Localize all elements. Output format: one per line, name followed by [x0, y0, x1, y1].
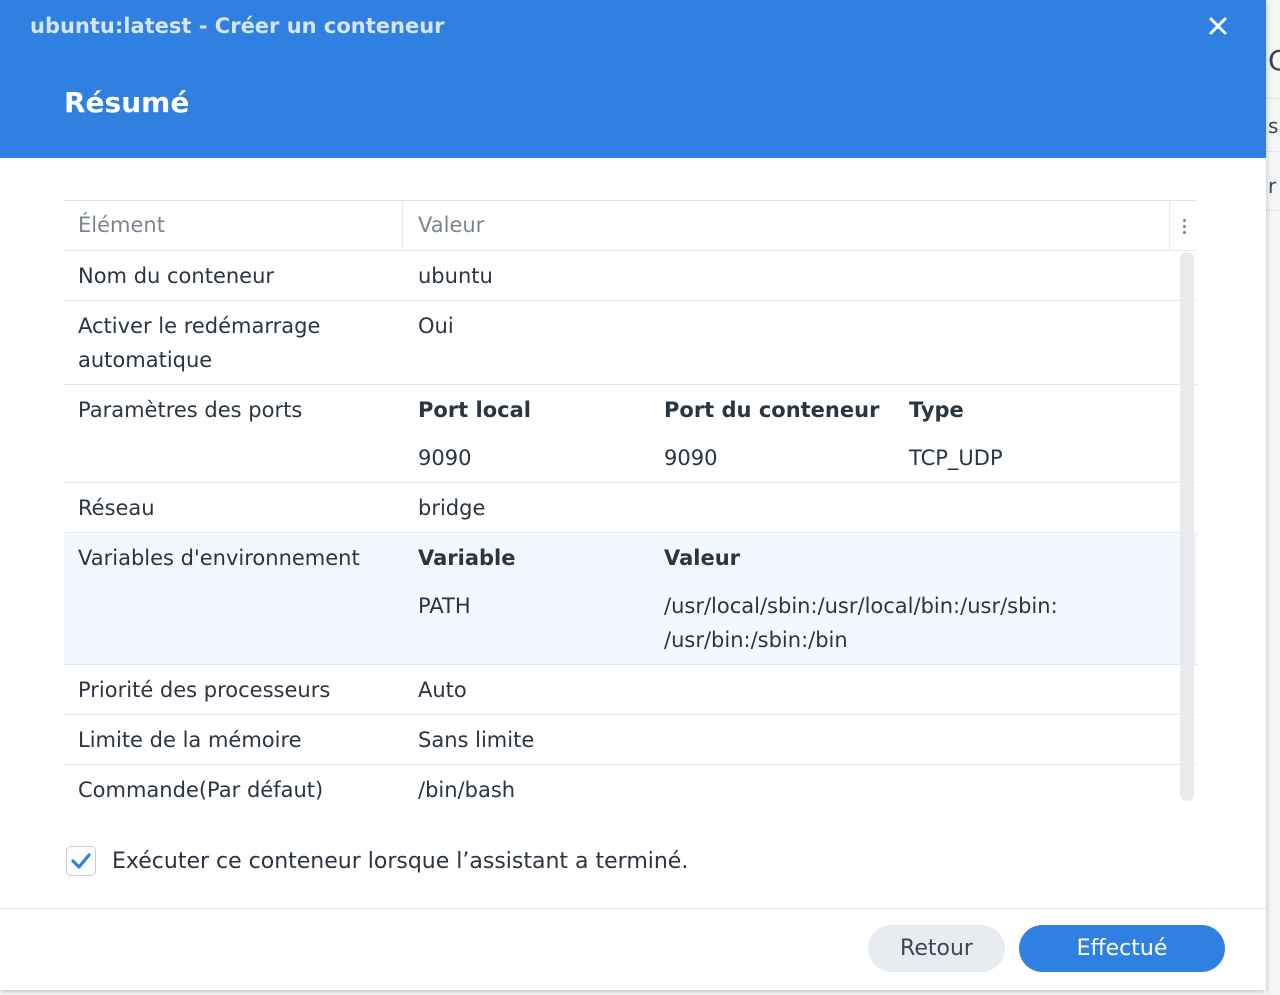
background-row: r	[1266, 152, 1280, 211]
table-row: Commande(Par défaut) /bin/bash	[64, 765, 1197, 814]
table-row: Réseau bridge	[64, 483, 1197, 533]
column-divider	[402, 201, 403, 250]
env-variable-value: /usr/local/sbin:/usr/local/bin:/usr/sbin…	[664, 594, 1058, 618]
column-header-value[interactable]: Valeur	[418, 208, 484, 242]
background-text: C	[1268, 44, 1280, 77]
port-container-value: 9090	[664, 446, 718, 470]
background-window: C s r	[1266, 0, 1280, 995]
row-label: Paramètres des ports	[78, 398, 303, 422]
row-label: Activer le redémarrage automatique	[78, 314, 321, 372]
table-row: Nom du conteneur ubuntu	[64, 251, 1197, 301]
port-type-header: Type	[909, 398, 964, 422]
table-row: Paramètres des ports Port local Port du …	[64, 385, 1197, 483]
row-value: Sans limite	[418, 728, 535, 752]
table-row: Priorité des processeurs Auto	[64, 665, 1197, 715]
column-menu-button[interactable]	[1169, 201, 1198, 250]
background-row: C	[1266, 0, 1280, 99]
row-label: Nom du conteneur	[78, 264, 275, 288]
row-label: Priorité des processeurs	[78, 678, 331, 702]
column-header-element[interactable]: Élément	[78, 208, 388, 242]
table-header-row: Élément Valeur	[64, 201, 1197, 251]
back-button[interactable]: Retour	[868, 925, 1005, 972]
background-text: r	[1268, 174, 1277, 198]
footer-divider	[0, 908, 1266, 909]
row-label: Commande(Par défaut)	[78, 778, 324, 802]
port-container-header: Port du conteneur	[664, 398, 880, 422]
port-local-header: Port local	[418, 398, 531, 422]
table-row-selected[interactable]: Variables d'environnement Variable Valeu…	[64, 533, 1197, 665]
close-icon	[1209, 17, 1227, 35]
dialog-header: ubuntu:latest - Créer un conteneur Résum…	[0, 0, 1266, 158]
background-text: s	[1268, 114, 1279, 138]
done-button[interactable]: Effectué	[1019, 925, 1225, 972]
table-row: Limite de la mémoire Sans limite	[64, 715, 1197, 765]
checkmark-icon	[71, 853, 91, 869]
env-value-header: Valeur	[664, 546, 741, 570]
create-container-dialog: ubuntu:latest - Créer un conteneur Résum…	[0, 0, 1266, 990]
summary-table: Élément Valeur Nom du conteneur ubuntu A…	[64, 200, 1197, 814]
row-value: Auto	[418, 678, 467, 702]
row-value: Oui	[418, 314, 454, 338]
port-type-value: TCP_UDP	[909, 446, 1003, 470]
more-dot-icon	[1183, 219, 1186, 222]
row-label: Limite de la mémoire	[78, 728, 302, 752]
run-after-checkbox[interactable]	[66, 846, 96, 876]
step-title: Résumé	[64, 86, 190, 119]
env-variable-value-cont: /usr/bin:/sbin:/bin	[664, 628, 848, 652]
row-value: ubuntu	[418, 264, 493, 288]
more-dot-icon	[1183, 225, 1186, 228]
port-local-value: 9090	[418, 446, 472, 470]
row-value: /bin/bash	[418, 778, 516, 802]
env-variable-header: Variable	[418, 546, 516, 570]
row-label: Réseau	[78, 496, 155, 520]
run-after-label: Exécuter ce conteneur lorsque l’assistan…	[112, 849, 689, 874]
row-value: bridge	[418, 496, 486, 520]
row-label: Variables d'environnement	[78, 546, 360, 570]
background-row: s	[1266, 99, 1280, 152]
window-title: ubuntu:latest - Créer un conteneur	[30, 14, 445, 38]
table-scrollbar[interactable]	[1180, 252, 1194, 801]
table-row: Activer le redémarrage automatique Oui	[64, 301, 1197, 385]
env-variable-name: PATH	[418, 594, 471, 618]
more-dot-icon	[1183, 231, 1186, 234]
close-button[interactable]	[1200, 8, 1236, 44]
